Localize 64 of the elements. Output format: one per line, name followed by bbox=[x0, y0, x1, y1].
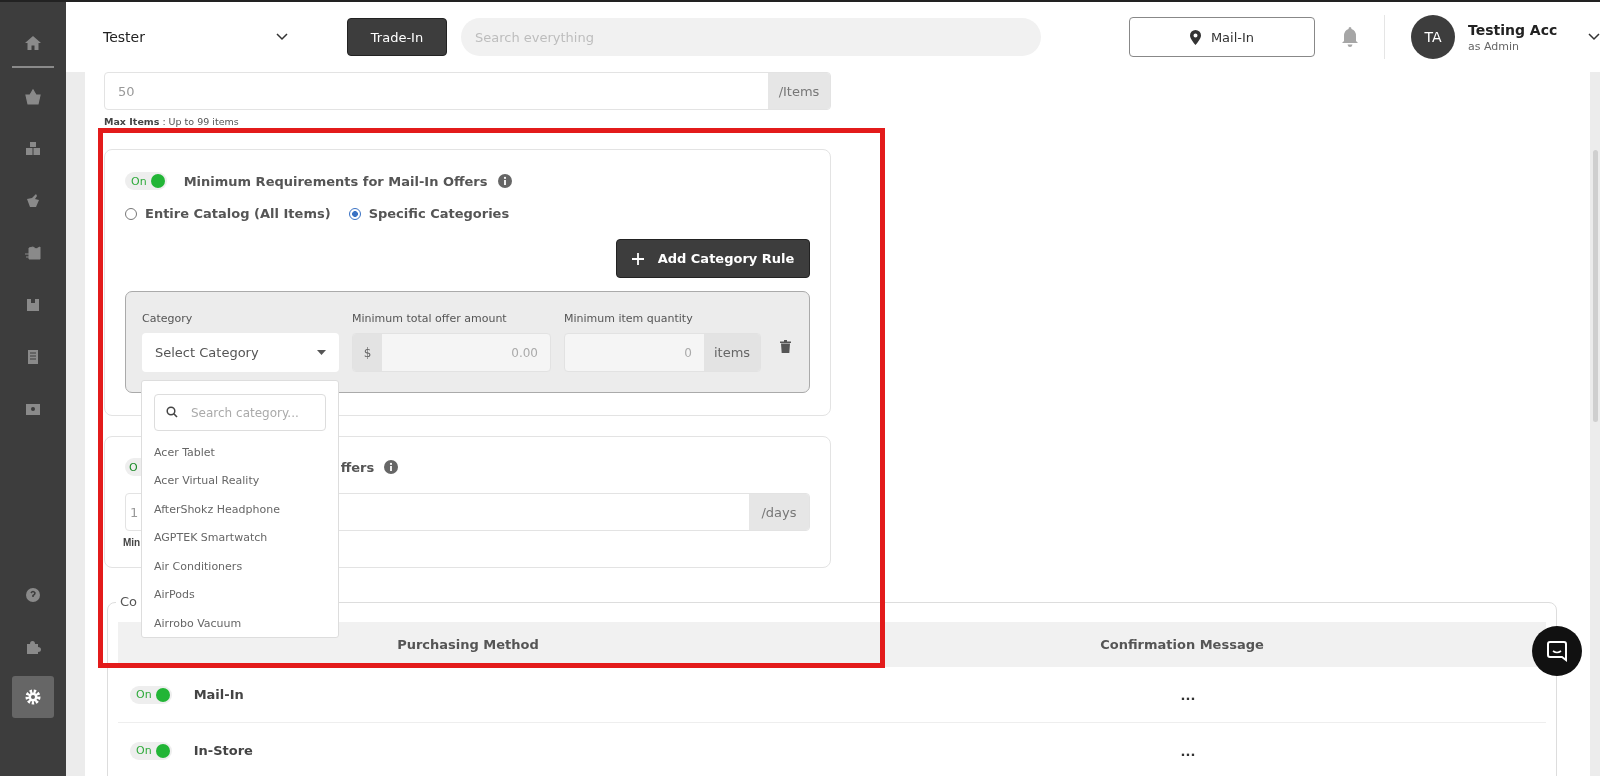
puzzle-icon bbox=[24, 638, 42, 656]
column-header: Confirmation Message bbox=[1099, 637, 1265, 652]
currency-prefix: $ bbox=[353, 334, 382, 371]
field-label: Minimum total offer amount bbox=[352, 312, 508, 326]
category-select[interactable]: Select Category bbox=[142, 333, 339, 372]
field-suffix: /days bbox=[749, 494, 809, 530]
field-placeholder: 0.00 bbox=[510, 344, 539, 362]
gear-icon bbox=[24, 688, 42, 706]
field-value: 1 bbox=[129, 503, 139, 522]
user-name: Testing Acc bbox=[1468, 21, 1559, 38]
add-category-rule-button[interactable]: Add Category Rule bbox=[616, 239, 810, 278]
field-label: Minimum item quantity bbox=[564, 312, 694, 326]
field-label: Category bbox=[142, 312, 194, 326]
map-pin-icon bbox=[1189, 29, 1201, 45]
field-suffix: /Items bbox=[768, 73, 830, 109]
chevron-down-icon[interactable] bbox=[1588, 33, 1600, 41]
max-items-field[interactable]: 50 /Items bbox=[104, 72, 831, 110]
field-placeholder: 0 bbox=[683, 344, 693, 362]
user-role: as Admin bbox=[1468, 39, 1521, 53]
info-icon[interactable] bbox=[384, 460, 399, 474]
category-search-field[interactable]: Search category... bbox=[154, 394, 326, 431]
field-suffix: items bbox=[704, 334, 760, 371]
search-icon bbox=[166, 406, 178, 418]
section-title: ffers bbox=[340, 459, 375, 475]
max-items-hint: Max Items : Up to 99 items bbox=[104, 116, 240, 129]
plus-icon bbox=[631, 252, 644, 265]
category-option[interactable]: AfterShokz Headphone bbox=[154, 495, 326, 524]
radio-label[interactable]: Specific Categories bbox=[368, 206, 510, 221]
trash-icon[interactable] bbox=[780, 340, 791, 353]
box-icon bbox=[24, 296, 42, 314]
chat-icon bbox=[1546, 640, 1568, 662]
category-option[interactable]: AirPods bbox=[154, 580, 326, 609]
category-option[interactable]: Air Conditioners bbox=[154, 552, 326, 581]
bell-icon[interactable] bbox=[1340, 26, 1360, 48]
chevron-down-icon bbox=[276, 33, 288, 41]
section-title: Minimum Requirements for Mail-In Offers bbox=[183, 173, 488, 189]
location-button[interactable]: Mail-In bbox=[1129, 17, 1315, 57]
amount-field[interactable]: $ 0.00 bbox=[352, 333, 551, 372]
help-icon bbox=[24, 586, 42, 604]
toggle-switch[interactable]: O bbox=[125, 458, 141, 476]
radio-label[interactable]: Entire Catalog (All Items) bbox=[145, 206, 331, 221]
category-option[interactable]: Acer Virtual Reality bbox=[154, 466, 326, 495]
trade-in-button[interactable]: Trade-In bbox=[347, 18, 447, 56]
field-value: 50 bbox=[117, 82, 135, 101]
category-option[interactable]: Airrobo Vacuum bbox=[154, 609, 326, 632]
column-header: Purchasing Method bbox=[396, 637, 540, 652]
more-options-button[interactable]: ... bbox=[1180, 688, 1196, 703]
table-cell: Mail-In bbox=[193, 687, 244, 702]
home-icon bbox=[24, 34, 42, 52]
more-options-button[interactable]: ... bbox=[1180, 744, 1196, 759]
radio-button[interactable] bbox=[348, 207, 361, 220]
section-legend: Co bbox=[116, 594, 142, 609]
radio-button[interactable] bbox=[125, 207, 137, 220]
boxes-icon bbox=[24, 140, 42, 158]
category-option[interactable]: Acer Tablet bbox=[154, 438, 326, 467]
sidebar-item[interactable] bbox=[12, 676, 54, 718]
quantity-field[interactable]: 0 items bbox=[564, 333, 761, 372]
user-avatar[interactable]: TA bbox=[1411, 15, 1455, 59]
table-cell: In-Store bbox=[193, 743, 253, 758]
workspace-select[interactable]: Tester bbox=[103, 29, 288, 45]
basket-icon bbox=[24, 88, 42, 106]
info-icon[interactable] bbox=[497, 174, 512, 188]
caret-icon bbox=[317, 350, 326, 355]
scrollbar-thumb[interactable] bbox=[1593, 150, 1598, 422]
